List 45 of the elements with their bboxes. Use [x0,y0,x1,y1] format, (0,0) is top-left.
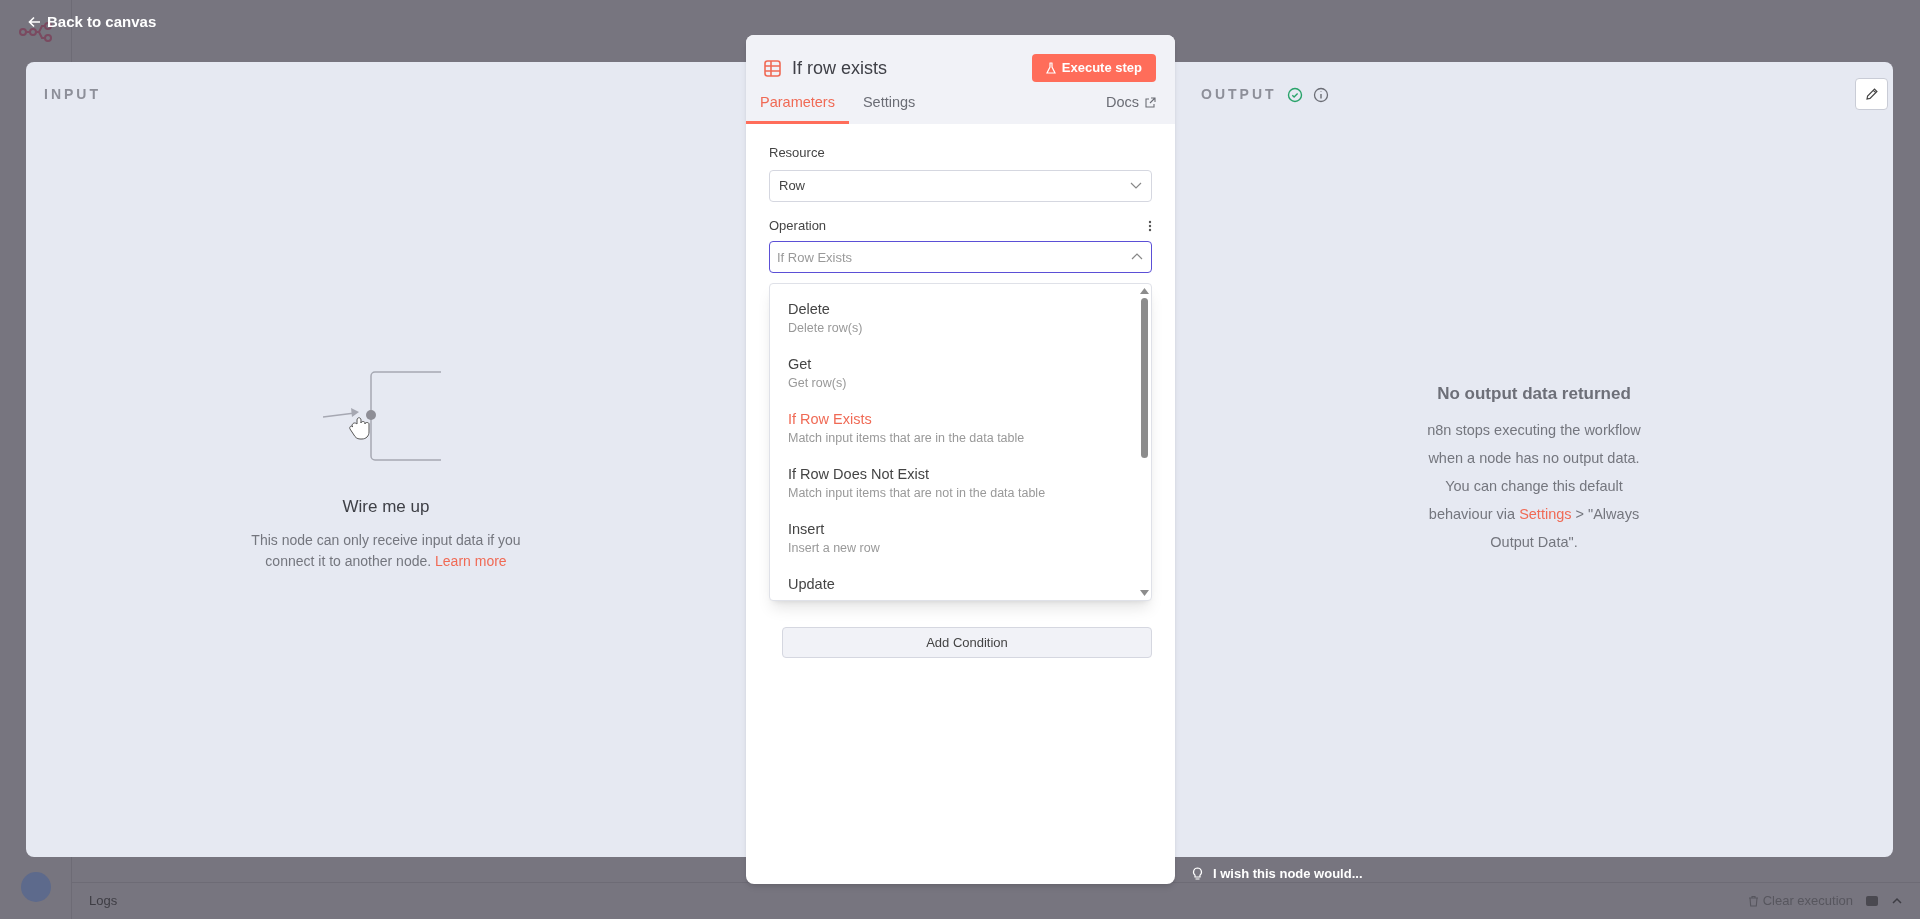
window-icon[interactable] [1865,894,1879,908]
field-label: Operation [769,216,827,235]
operation-select[interactable]: If Row Exists [769,241,1152,274]
back-link[interactable]: Back to canvas [28,11,157,34]
dropdown-option[interactable]: Get Get row(s) [770,345,1135,401]
dropdown-option[interactable]: If Row Exists Match input items that are in the data table [770,400,1135,456]
info-icon[interactable] [1312,86,1329,103]
table-icon [764,59,781,77]
success-check-icon [1286,86,1303,103]
scrollbar[interactable] [1139,287,1149,596]
scrollbar-thumb[interactable] [1140,297,1148,458]
scroll-down-icon[interactable] [1139,589,1149,596]
tab[interactable]: Parameters [746,92,849,124]
node-title: If row exists [792,56,888,80]
dropdown-option[interactable]: If Row Does Not Exist Match input items that are not in the data table [770,455,1135,511]
chevron-down-icon [1130,182,1142,190]
execute-step-button[interactable]: Execute step [1031,54,1156,82]
empty-state-message: This node can only receive input data if you connect it to another node. Learn more [250,530,522,571]
tab[interactable]: Settings [848,92,930,124]
pencil-icon [1864,87,1879,101]
dropdown-option[interactable]: Delete Delete row(s) [770,290,1135,346]
scroll-up-icon[interactable] [1139,287,1149,294]
trash-icon [1747,895,1759,907]
field-label: Resource [769,144,825,160]
learn-more-link[interactable]: Learn more [435,552,507,569]
feedback-link[interactable]: I wish this node would... [1213,864,1363,884]
resource-select[interactable]: Row [769,169,1152,202]
arrow-left-icon [28,16,41,29]
flask-icon [1045,62,1056,74]
panel-label: OUTPUT [1201,85,1277,104]
edit-button[interactable] [1855,78,1888,110]
settings-link[interactable]: Settings [1519,506,1572,523]
empty-state-title: No output data returned [1437,382,1631,405]
empty-state-title: Wire me up [342,496,430,519]
lightbulb-icon [1192,866,1203,881]
dropdown-option[interactable]: Update [770,565,1135,600]
chevron-up-icon [1131,253,1143,261]
dropdown-option[interactable]: Insert Insert a new row [770,510,1135,566]
empty-state-message: n8n stops executing the workflow when a node has no output data. You can change this default behaviour via Settings > "Always Output Data". [1426,421,1642,553]
panel-label: INPUT [43,85,102,104]
logs-title: Logs [89,892,118,911]
external-link-icon [1145,97,1156,109]
more-options-icon[interactable] [1148,219,1152,232]
add-condition-button[interactable]: Add Condition [782,627,1152,659]
docs-link[interactable]: Docs [1105,92,1156,124]
